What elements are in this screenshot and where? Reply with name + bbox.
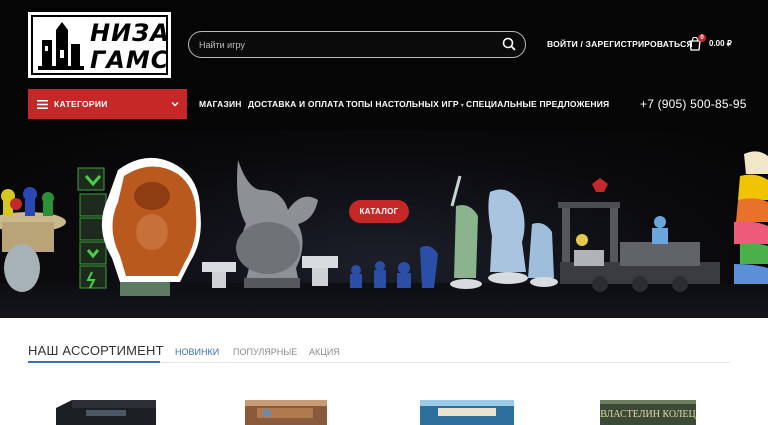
meeple-bowl [0, 187, 66, 292]
menu-icon [37, 100, 48, 109]
ape-standee [101, 157, 201, 296]
chevron-down-icon: ▾ [460, 103, 464, 109]
search-input[interactable] [199, 36, 489, 53]
product-card-image[interactable] [418, 398, 516, 425]
hero-banner: НИЗА ГАМС ВОЙТИ / ЗАРЕГИСТРИРОВАТЬСЯ 0 0… [0, 0, 768, 318]
product-title-text: ВЛАСТЕЛИН КОЛЕЦ [600, 409, 696, 420]
dragon-miniature [236, 160, 318, 288]
site-logo[interactable]: НИЗА ГАМС [28, 12, 171, 78]
nav-item-top-games[interactable]: ТОПЫ НАСТОЛЬНЫХ ИГР ▾ [346, 99, 464, 109]
search-icon[interactable] [502, 37, 516, 51]
assortment-title: НАШ АССОРТИМЕНТ [28, 343, 164, 358]
logo-line-1: НИЗА [90, 19, 170, 47]
login-register-link[interactable]: ВОЙТИ / ЗАРЕГИСТРИРОВАТЬСЯ [547, 39, 693, 49]
colored-meeples [734, 151, 768, 284]
logo-text: НИЗА ГАМС [90, 19, 170, 74]
phone-number[interactable]: +7 (905) 500-85-95 [640, 97, 747, 111]
categories-label: КАТЕГОРИИ [54, 99, 108, 109]
assortment-title-underline [28, 361, 160, 363]
dice-stack [77, 167, 107, 289]
nav-item-special-offers[interactable]: СПЕЦИАЛЬНЫЕ ПРЕДЛОЖЕНИЯ [466, 99, 609, 109]
chevron-down-icon [171, 102, 179, 107]
blue-figures [350, 246, 438, 288]
nav-item-top-games-label: ТОПЫ НАСТОЛЬНЫХ ИГР [346, 99, 459, 109]
product-card-image[interactable]: ВЛАСТЕЛИН КОЛЕЦ [598, 398, 698, 425]
product-card-image[interactable] [243, 396, 329, 425]
search-bar [188, 31, 526, 58]
catalog-button[interactable]: КАТАЛОГ [349, 200, 409, 223]
product-card-image[interactable] [52, 398, 162, 425]
castle-logo-icon [38, 22, 84, 70]
cart-count-badge: 0 [698, 34, 706, 42]
nav-item-delivery[interactable]: ДОСТАВКА И ОПЛАТА [248, 99, 344, 109]
tab-sale[interactable]: АКЦИЯ [309, 347, 340, 357]
logo-line-2: ГАМС [90, 46, 170, 74]
painted-miniatures [450, 175, 558, 289]
tab-popular[interactable]: ПОПУЛЯРНЫЕ [233, 347, 297, 357]
train-miniature [558, 178, 720, 292]
categories-button[interactable]: КАТЕГОРИИ [28, 89, 187, 119]
cart-total[interactable]: 0.00 ₽ [709, 39, 732, 48]
nav-item-shop[interactable]: МАГАЗИН [199, 99, 242, 109]
tab-new[interactable]: НОВИНКИ [175, 347, 219, 357]
